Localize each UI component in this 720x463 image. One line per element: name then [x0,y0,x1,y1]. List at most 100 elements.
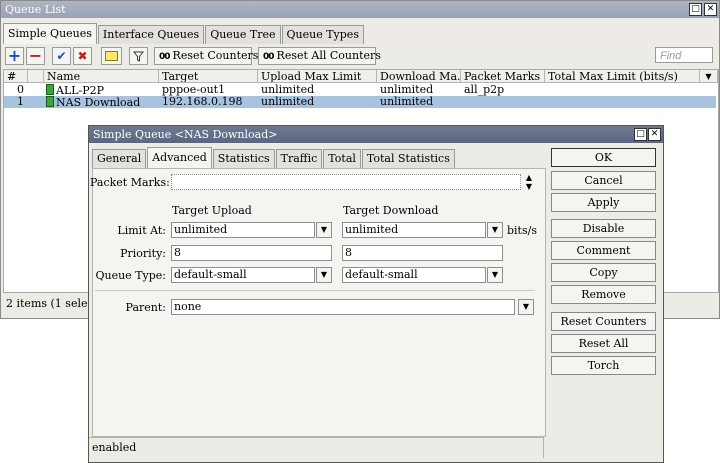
dialog-tabs: General Advanced Statistics Traffic Tota… [92,147,456,168]
queue-icon [46,96,54,107]
dialog-status: enabled [89,437,544,458]
comment-button[interactable]: Comment [551,241,656,260]
tab-simple-queues[interactable]: Simple Queues [3,23,97,44]
table-row-selected[interactable]: 1 NAS Download 192.168.0.198 unlimited u… [4,96,716,108]
column-menu-icon[interactable]: ▼ [700,70,718,83]
tab-total[interactable]: Total [323,149,361,168]
limit-at-upload-dropdown-icon[interactable]: ▼ [316,222,332,238]
row-download: unlimited [380,96,434,108]
tab-queue-types[interactable]: Queue Types [281,25,364,44]
filter-button[interactable] [129,47,148,65]
row-download: unlimited [380,84,434,96]
units-label: bits/s [507,224,537,237]
enable-button[interactable]: ✔ [52,47,71,65]
row-name-cell: NAS Download [46,96,159,108]
tab-total-statistics[interactable]: Total Statistics [361,149,455,168]
close-icon[interactable]: ✕ [648,128,661,141]
row-total [545,84,700,96]
table-row[interactable]: 0 ALL-P2P pppoe-out1 unlimited unlimited… [4,84,716,96]
x-icon: ✖ [77,49,88,63]
counter-icon: 00 [263,52,274,62]
maximize-icon[interactable]: □ [634,128,647,141]
copy-button[interactable]: Copy [551,263,656,282]
target-download-header: Target Download [343,204,439,217]
ok-button[interactable]: OK [551,148,656,167]
separator [95,290,535,291]
queue-type-upload-dropdown-icon[interactable]: ▼ [316,267,332,283]
priority-label: Priority: [120,247,166,260]
counter-icon: 00 [159,52,170,62]
reset-counters-button[interactable]: Reset Counters [551,312,656,331]
check-icon: ✔ [56,49,67,63]
parent-select[interactable]: none [171,299,515,315]
parent-dropdown-icon[interactable]: ▼ [518,299,534,315]
minus-icon: − [28,46,43,65]
row-number: 0 [17,84,24,96]
row-packet-marks: all_p2p [464,84,505,96]
tab-statistics[interactable]: Statistics [212,149,275,168]
column-header-upload-max-limit[interactable]: Upload Max Limit [258,70,377,83]
remove-button[interactable]: Remove [551,285,656,304]
limit-at-download-field[interactable]: unlimited [342,222,486,238]
limit-at-upload-field[interactable]: unlimited [171,222,315,238]
row-target: 192.168.0.198 [162,96,243,108]
apply-button[interactable]: Apply [551,193,656,212]
cancel-button[interactable]: Cancel [551,171,656,190]
row-target: pppoe-out1 [162,84,226,96]
disable-button[interactable]: ✖ [73,47,92,65]
row-name: ALL-P2P [56,84,105,97]
reset-all-counters-button[interactable]: Reset All Counters [551,334,656,367]
queue-icon [46,84,54,95]
row-name: NAS Download [56,96,141,109]
reset-all-counters-button[interactable]: 00 Reset All Counters [258,47,381,65]
row-packet-marks [461,96,545,108]
window-title: Queue List [1,1,719,18]
dialog-title: Simple Queue <NAS Download> [89,126,663,143]
reset-counters-button[interactable]: 00 Reset Counters [154,47,258,65]
tab-traffic[interactable]: Traffic [275,149,323,168]
row-total [545,96,700,108]
tab-queue-tree[interactable]: Queue Tree [205,25,281,44]
column-header-download-max[interactable]: Download Ma... [377,70,461,83]
row-name-cell: ALL-P2P [46,84,159,96]
column-header-name[interactable]: Name [44,70,159,83]
packet-marks-field[interactable] [171,174,521,190]
close-icon[interactable]: ✕ [704,3,717,16]
row-upload: unlimited [261,96,315,108]
maximize-icon[interactable]: □ [689,3,702,16]
plus-icon: + [7,46,22,65]
column-header-flags[interactable] [28,70,44,83]
column-header-total-max-limit[interactable]: Total Max Limit (bits/s) [545,70,700,83]
target-upload-header: Target Upload [172,204,252,217]
queue-type-label: Queue Type: [95,269,166,282]
main-tabs: Simple Queues Interface Queues Queue Tre… [3,23,365,44]
reset-counters-label: Reset Counters [172,49,259,62]
row-number: 1 [17,96,24,108]
add-button[interactable]: + [5,47,24,65]
limit-at-download-dropdown-icon[interactable]: ▼ [487,222,503,238]
queue-type-upload-select[interactable]: default-small [171,267,315,283]
limit-at-label: Limit At: [117,224,166,237]
packet-marks-label: Packet Marks: [90,176,170,189]
comment-icon [105,51,118,61]
parent-label: Parent: [125,301,166,314]
packet-marks-updown-icon[interactable]: ▲ ▼ [523,173,535,191]
comment-button[interactable] [101,47,122,65]
torch-button[interactable]: Torch [551,356,656,375]
queue-type-download-dropdown-icon[interactable]: ▼ [487,267,503,283]
reset-all-counters-label: Reset All Counters [276,49,381,62]
row-upload: unlimited [261,84,315,96]
disable-button[interactable]: Disable [551,219,656,238]
tab-general[interactable]: General [92,149,147,168]
queue-type-download-select[interactable]: default-small [342,267,486,283]
column-header-number[interactable]: # [4,70,28,83]
remove-button[interactable]: − [26,47,45,65]
column-header-target[interactable]: Target [159,70,258,83]
filter-icon [133,51,144,62]
find-input[interactable]: Find [655,47,713,63]
tab-interface-queues[interactable]: Interface Queues [97,25,205,44]
tab-advanced[interactable]: Advanced [147,147,212,168]
column-header-packet-marks[interactable]: Packet Marks [461,70,545,83]
priority-download-field[interactable]: 8 [342,245,503,261]
priority-upload-field[interactable]: 8 [171,245,332,261]
